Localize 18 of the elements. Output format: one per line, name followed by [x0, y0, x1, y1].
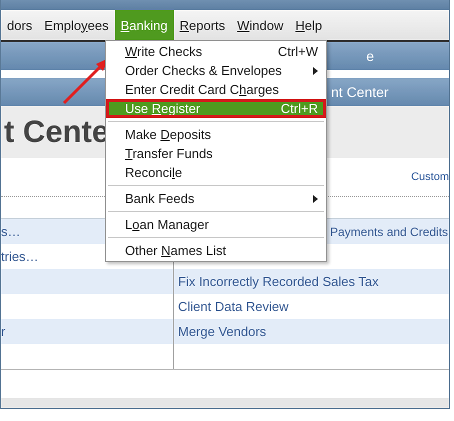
submenu-arrow-icon — [313, 194, 318, 202]
menu-item[interactable]: dors — [1, 10, 38, 40]
scrollbar[interactable] — [1, 398, 449, 408]
menu-item[interactable]: Help — [289, 10, 328, 40]
menu-item[interactable]: Banking — [114, 10, 174, 40]
menu-item[interactable]: Reports — [174, 10, 232, 40]
menu-item[interactable]: Window — [231, 10, 290, 40]
menu-item[interactable]: Use Register Ctrl+R — [106, 99, 326, 118]
submenu-arrow-icon — [313, 66, 318, 74]
task-link[interactable]: Client Data Review — [174, 294, 449, 319]
menu-item[interactable]: Enter Credit Card Charges — [106, 80, 326, 99]
customize-link[interactable]: Custom — [411, 171, 449, 183]
task-link[interactable]: Merge Vendors — [174, 319, 449, 344]
task-link[interactable]: r — [1, 319, 174, 344]
menu-item[interactable]: Write Checks Ctrl+W — [106, 42, 326, 61]
menu-item[interactable]: Bank Feeds — [106, 189, 326, 208]
menu-item[interactable]: Reconcile — [106, 163, 326, 182]
menu-item[interactable]: Employees — [38, 10, 115, 40]
